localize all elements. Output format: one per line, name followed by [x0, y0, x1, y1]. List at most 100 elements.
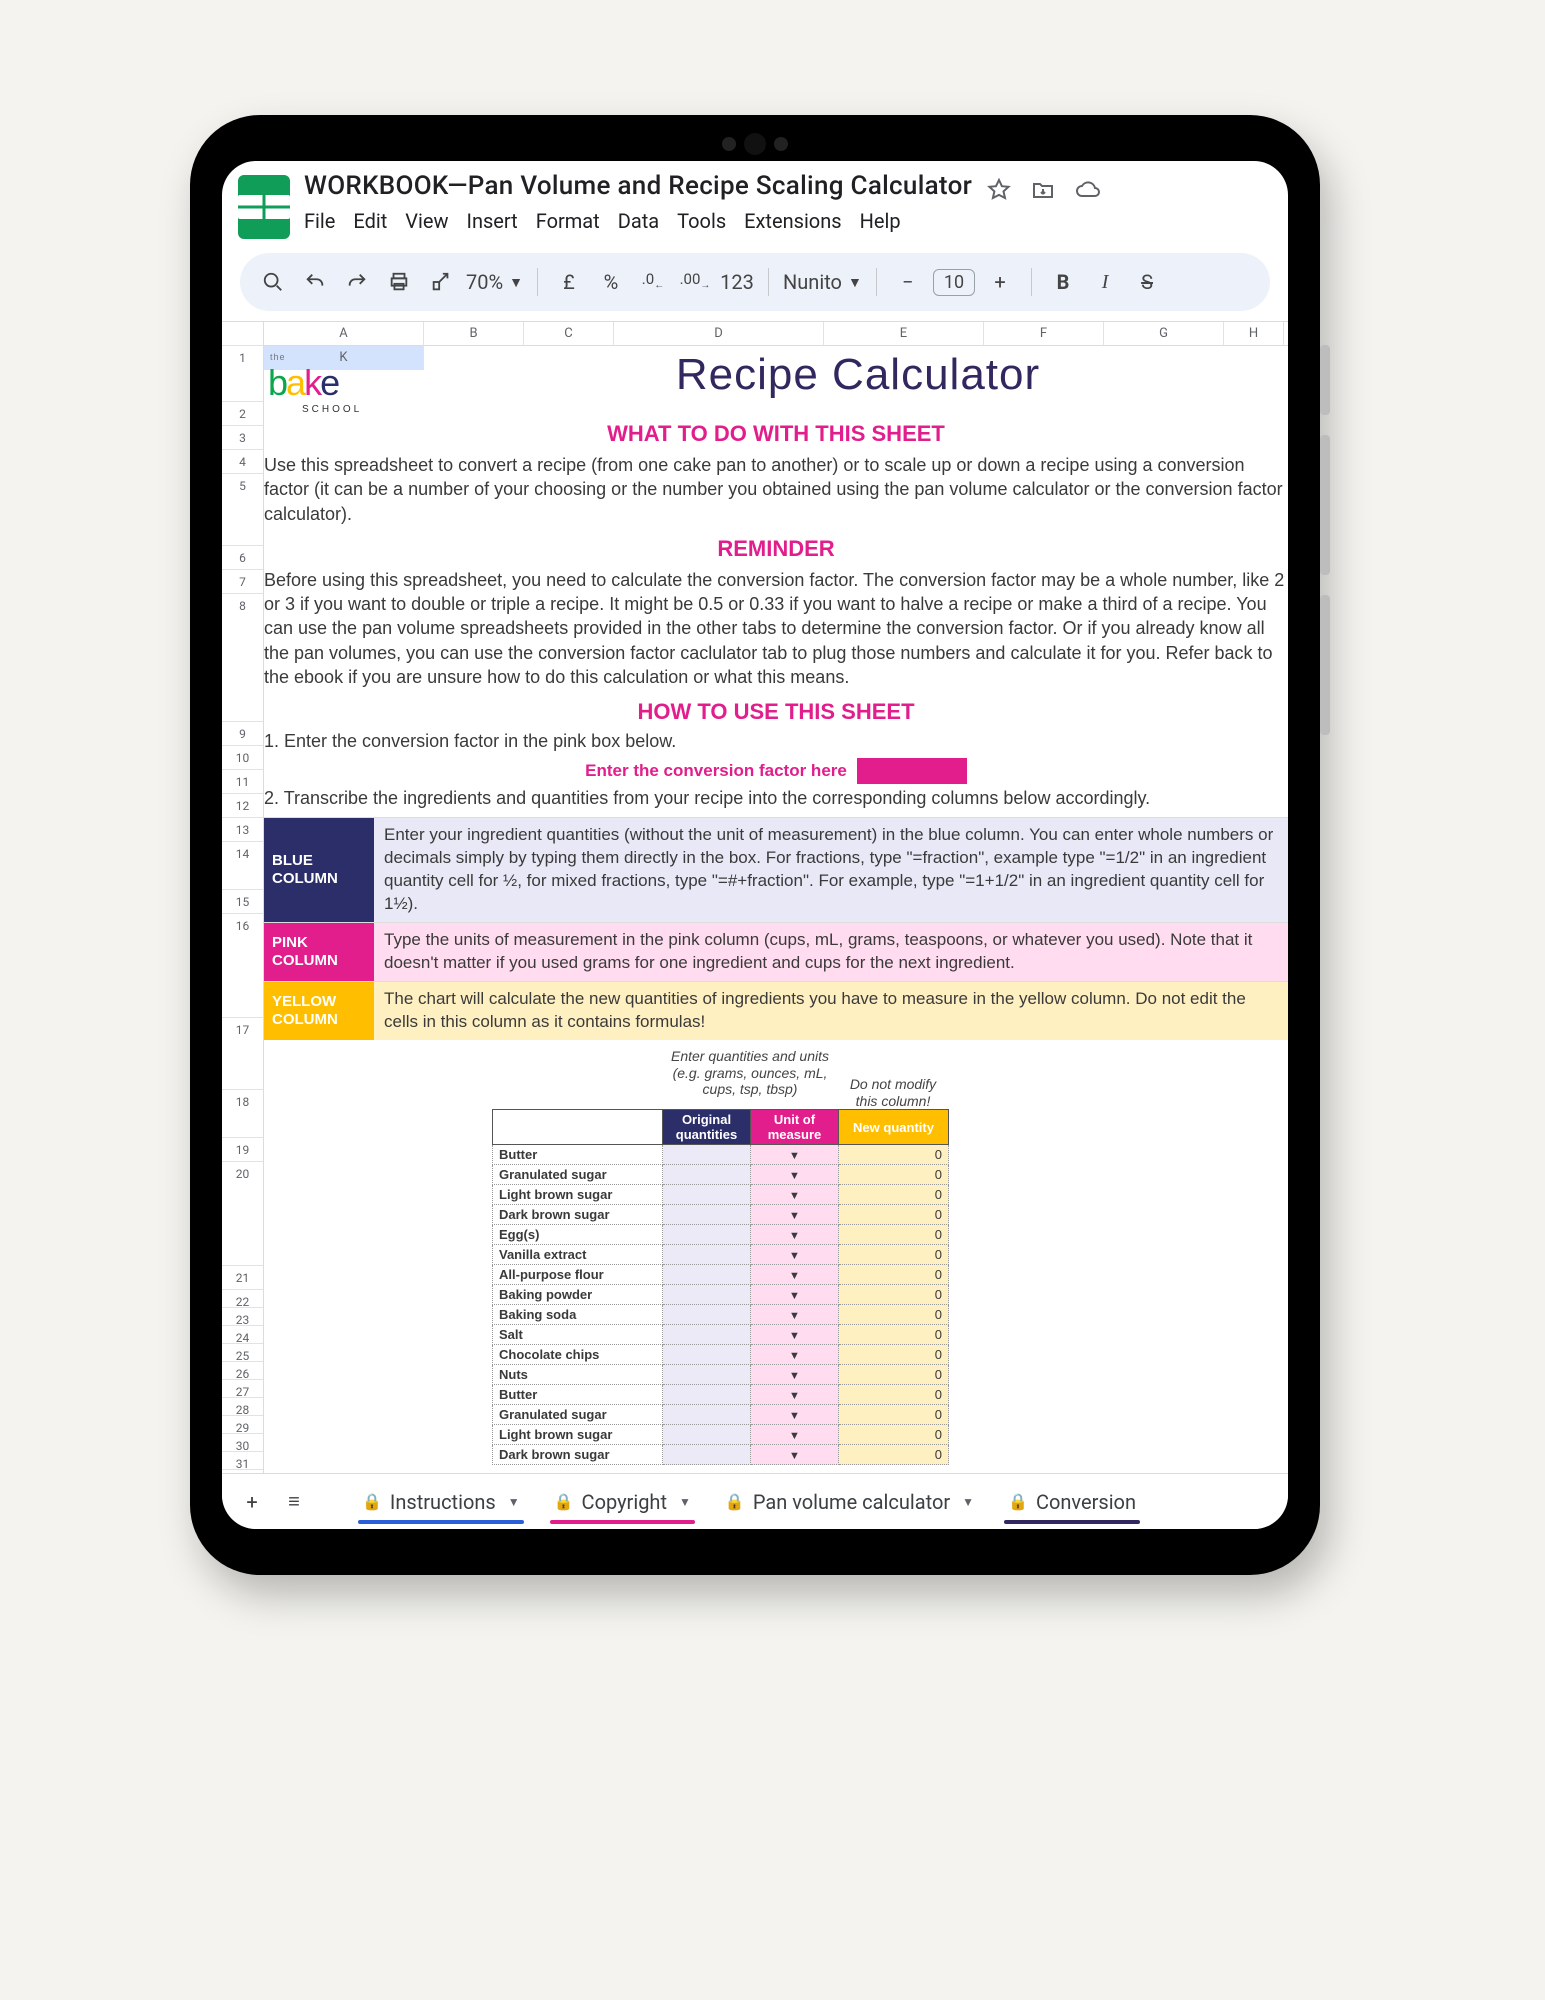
- font-size-input[interactable]: 10: [933, 269, 975, 296]
- cell-original-qty[interactable]: [663, 1445, 751, 1465]
- move-to-folder-icon[interactable]: [1030, 177, 1056, 203]
- italic-button[interactable]: I: [1088, 265, 1122, 299]
- row-header[interactable]: 20: [222, 1162, 263, 1266]
- all-sheets-button[interactable]: ≡: [278, 1489, 310, 1514]
- cell-ingredient[interactable]: Dark brown sugar: [493, 1445, 663, 1465]
- menu-file[interactable]: File: [304, 209, 335, 233]
- cell-ingredient[interactable]: Dark brown sugar: [493, 1205, 663, 1225]
- cell-ingredient[interactable]: Baking powder: [493, 1285, 663, 1305]
- menu-insert[interactable]: Insert: [467, 209, 518, 233]
- row-header[interactable]: 26: [222, 1362, 263, 1380]
- table-row[interactable]: Light brown sugar▼0: [493, 1185, 949, 1205]
- cell-unit[interactable]: ▼: [751, 1285, 839, 1305]
- row-header[interactable]: 27: [222, 1380, 263, 1398]
- cell-unit[interactable]: ▼: [751, 1145, 839, 1165]
- cell-original-qty[interactable]: [663, 1145, 751, 1165]
- font-size-decrease[interactable]: −: [891, 265, 925, 299]
- column-header[interactable]: C: [524, 322, 614, 346]
- font-size-increase[interactable]: +: [983, 265, 1017, 299]
- cell-unit[interactable]: ▼: [751, 1185, 839, 1205]
- row-header[interactable]: 19: [222, 1138, 263, 1162]
- menu-tools[interactable]: Tools: [677, 209, 726, 233]
- column-header[interactable]: G: [1104, 322, 1224, 346]
- menu-edit[interactable]: Edit: [353, 209, 387, 233]
- table-row[interactable]: Baking powder▼0: [493, 1285, 949, 1305]
- table-row[interactable]: Nuts▼0: [493, 1365, 949, 1385]
- cell-original-qty[interactable]: [663, 1385, 751, 1405]
- conversion-factor-input[interactable]: [857, 758, 967, 784]
- row-header[interactable]: 30: [222, 1434, 263, 1452]
- cell-unit[interactable]: ▼: [751, 1425, 839, 1445]
- row-header[interactable]: 9: [222, 722, 263, 746]
- cloud-status-icon[interactable]: [1074, 177, 1100, 203]
- cell-original-qty[interactable]: [663, 1305, 751, 1325]
- cell-unit[interactable]: ▼: [751, 1445, 839, 1465]
- chevron-down-icon[interactable]: ▼: [508, 1495, 520, 1509]
- table-row[interactable]: Light brown sugar▼0: [493, 1425, 949, 1445]
- cell-original-qty[interactable]: [663, 1265, 751, 1285]
- cell-unit[interactable]: ▼: [751, 1325, 839, 1345]
- row-header[interactable]: 10: [222, 746, 263, 770]
- menu-help[interactable]: Help: [860, 209, 901, 233]
- strikethrough-button[interactable]: S: [1130, 265, 1164, 299]
- add-sheet-button[interactable]: +: [236, 1490, 268, 1514]
- table-row[interactable]: Salt▼0: [493, 1325, 949, 1345]
- chevron-down-icon[interactable]: ▼: [679, 1495, 691, 1509]
- number-format-button[interactable]: 123: [720, 265, 754, 299]
- row-header[interactable]: 8: [222, 594, 263, 722]
- grid[interactable]: ABCDEFGHIJK the bake SCHOOL Recipe Calcu…: [264, 322, 1288, 1473]
- table-row[interactable]: Granulated sugar▼0: [493, 1165, 949, 1185]
- row-header[interactable]: 25: [222, 1344, 263, 1362]
- currency-button[interactable]: £: [552, 265, 586, 299]
- cell-original-qty[interactable]: [663, 1365, 751, 1385]
- row-header[interactable]: 15: [222, 890, 263, 914]
- sheets-app-icon[interactable]: [238, 175, 290, 239]
- cell-unit[interactable]: ▼: [751, 1385, 839, 1405]
- cell-ingredient[interactable]: Granulated sugar: [493, 1405, 663, 1425]
- table-row[interactable]: Dark brown sugar▼0: [493, 1445, 949, 1465]
- doc-title[interactable]: WORKBOOK—Pan Volume and Recipe Scaling C…: [304, 171, 972, 201]
- row-header[interactable]: 5: [222, 474, 263, 546]
- paint-format-icon[interactable]: [424, 265, 458, 299]
- chevron-down-icon[interactable]: ▼: [962, 1495, 974, 1509]
- row-header[interactable]: 31: [222, 1452, 263, 1470]
- row-header[interactable]: 28: [222, 1398, 263, 1416]
- row-header[interactable]: 4: [222, 450, 263, 474]
- cell-ingredient[interactable]: Light brown sugar: [493, 1185, 663, 1205]
- increase-decimal-button[interactable]: .00→: [678, 265, 712, 299]
- corner-cell[interactable]: [222, 322, 263, 346]
- tab-conversion[interactable]: 🔒Conversion: [996, 1482, 1148, 1522]
- cell-ingredient[interactable]: Nuts: [493, 1365, 663, 1385]
- tab-pan-volume[interactable]: 🔒Pan volume calculator▼: [713, 1482, 986, 1522]
- column-header[interactable]: E: [824, 322, 984, 346]
- column-header[interactable]: I: [1284, 322, 1288, 346]
- cell-unit[interactable]: ▼: [751, 1245, 839, 1265]
- row-header[interactable]: 1: [222, 346, 263, 402]
- cell-unit[interactable]: ▼: [751, 1345, 839, 1365]
- cell-ingredient[interactable]: All-purpose flour: [493, 1265, 663, 1285]
- table-row[interactable]: Granulated sugar▼0: [493, 1405, 949, 1425]
- ingredients-table[interactable]: Ingredient name Original quantities Unit…: [492, 1109, 949, 1465]
- percent-button[interactable]: %: [594, 265, 628, 299]
- table-row[interactable]: Butter▼0: [493, 1385, 949, 1405]
- bold-button[interactable]: B: [1046, 265, 1080, 299]
- column-header[interactable]: F: [984, 322, 1104, 346]
- cell-ingredient[interactable]: Chocolate chips: [493, 1345, 663, 1365]
- row-header[interactable]: 12: [222, 794, 263, 818]
- column-header[interactable]: A: [264, 322, 424, 346]
- menu-format[interactable]: Format: [536, 209, 600, 233]
- row-header[interactable]: 22: [222, 1290, 263, 1308]
- row-header[interactable]: 17: [222, 1018, 263, 1090]
- row-header[interactable]: 18: [222, 1090, 263, 1138]
- row-header[interactable]: 16: [222, 914, 263, 1018]
- cell-original-qty[interactable]: [663, 1245, 751, 1265]
- cell-original-qty[interactable]: [663, 1325, 751, 1345]
- cell-ingredient[interactable]: Baking soda: [493, 1305, 663, 1325]
- row-header[interactable]: 3: [222, 426, 263, 450]
- font-select[interactable]: Nunito▼: [783, 270, 862, 294]
- cell-ingredient[interactable]: Salt: [493, 1325, 663, 1345]
- table-row[interactable]: Egg(s)▼0: [493, 1225, 949, 1245]
- row-header[interactable]: 24: [222, 1326, 263, 1344]
- column-header[interactable]: D: [614, 322, 824, 346]
- cell-unit[interactable]: ▼: [751, 1205, 839, 1225]
